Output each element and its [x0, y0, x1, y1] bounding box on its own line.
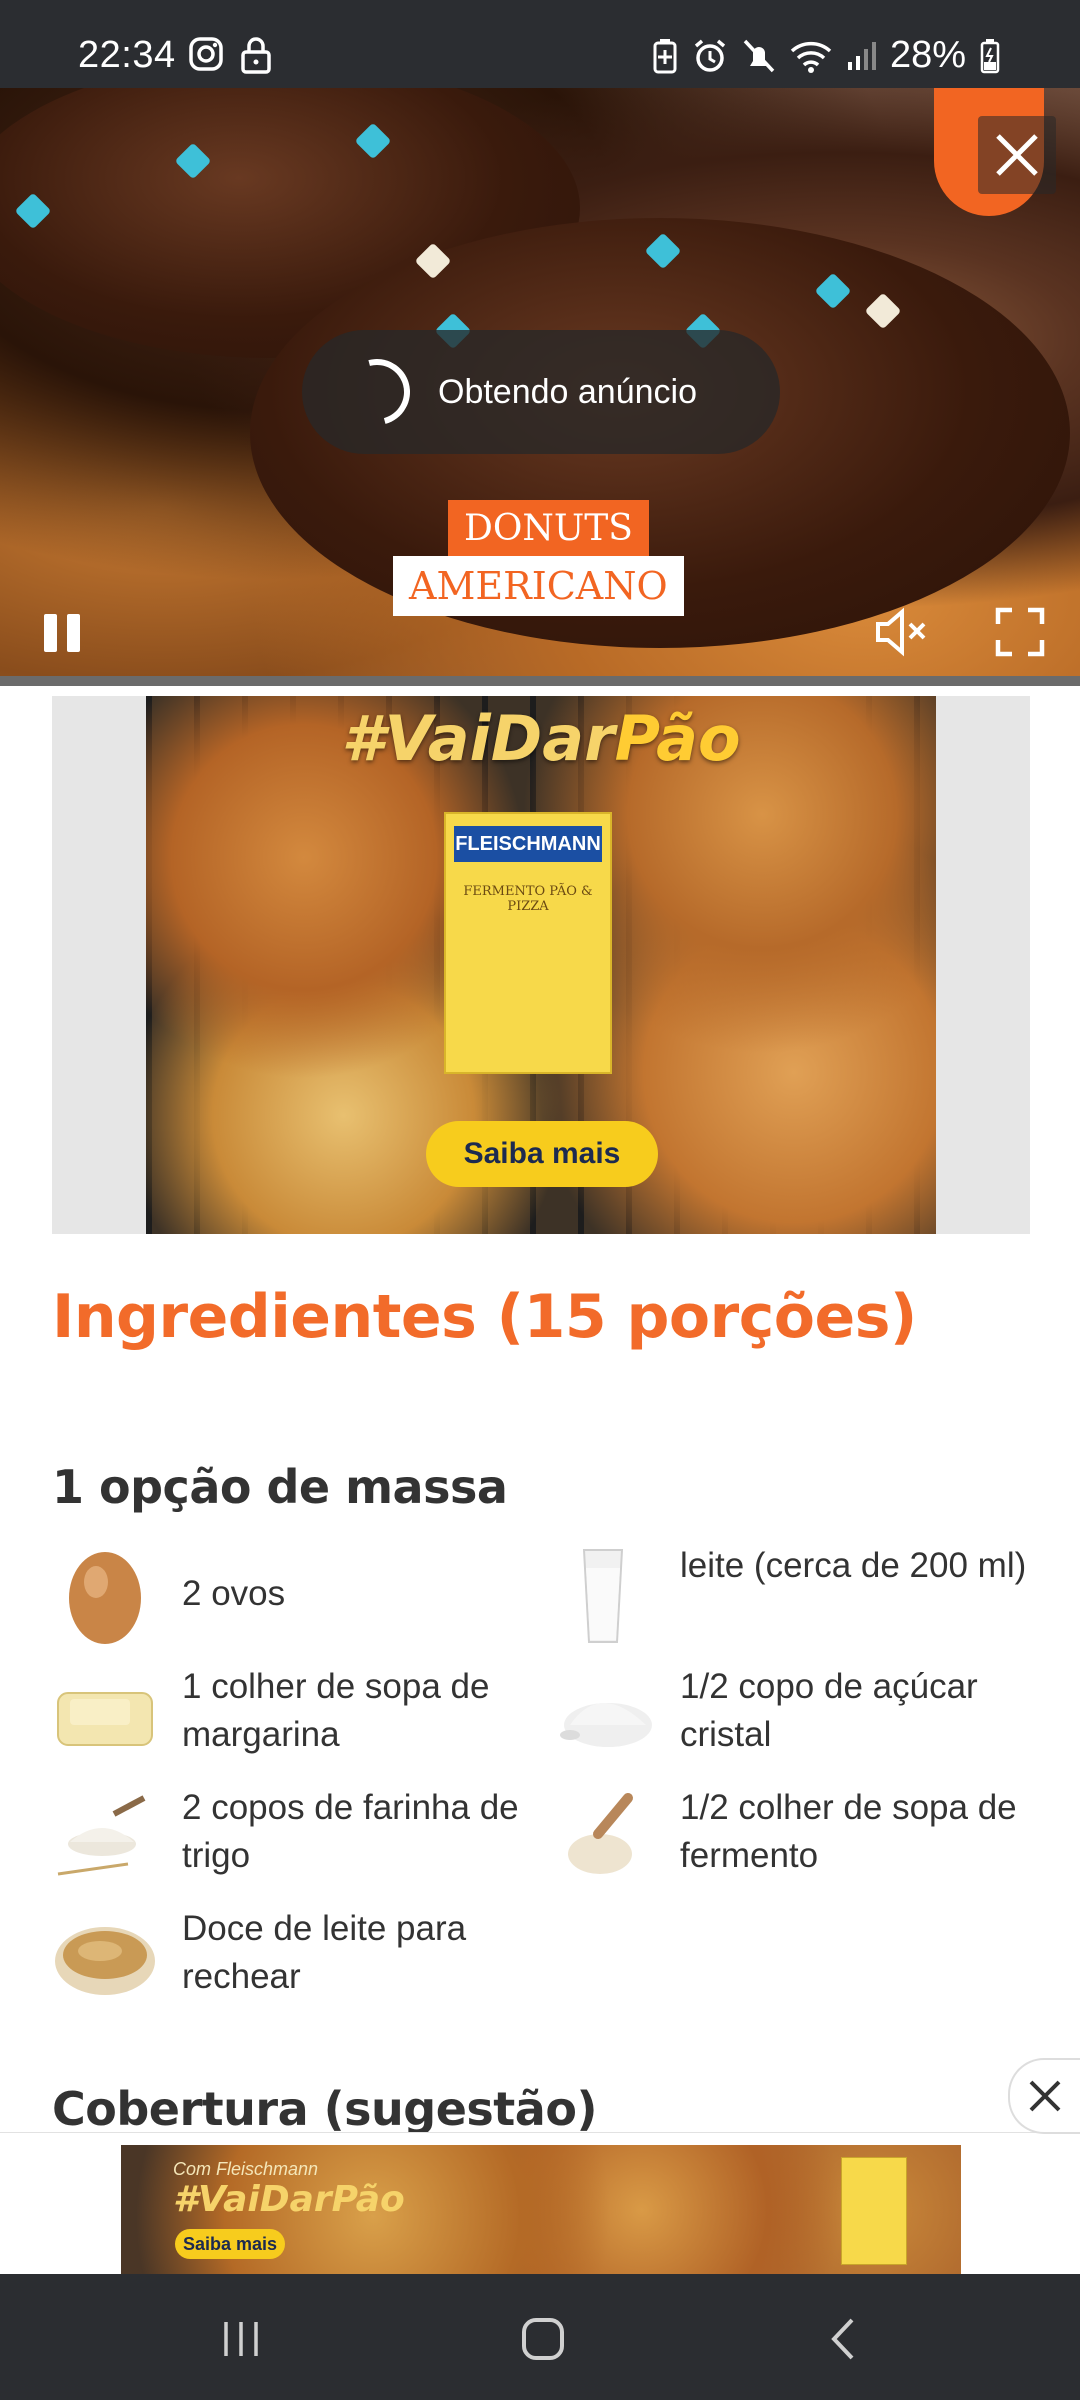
ingredient-text: 2 ovos	[182, 1574, 286, 1613]
yeast-package-image: FLEISCHMANN FERMENTO PÃO & PIZZA	[444, 812, 612, 1074]
ad-loading-indicator: Obtendo anúncio	[302, 330, 780, 454]
home-button[interactable]	[508, 2304, 578, 2374]
close-video-button[interactable]	[978, 116, 1056, 194]
video-title-line2: AMERICANO	[393, 556, 684, 616]
fullscreen-icon	[995, 607, 1045, 657]
sticky-ad-banner[interactable]: Com Fleischmann #VaiDarPão Saiba mais	[121, 2145, 961, 2275]
ingredient-text: leite (cerca de 200 ml)	[680, 1546, 1027, 1585]
spinner-icon	[331, 346, 423, 438]
battery-icon	[980, 38, 1000, 73]
ingredient-text: 2 copos de farinha de trigo	[182, 1788, 519, 1875]
ingredient-item: 2 ovos	[52, 1542, 542, 1648]
yeast-icon	[550, 1784, 656, 1890]
ad-hashtag-highlight: Pão	[614, 702, 741, 775]
sticky-ad-container: Com Fleischmann #VaiDarPão Saiba mais	[0, 2132, 1080, 2275]
ad-banner[interactable]: #VaiDarPão FLEISCHMANN FERMENTO PÃO & PI…	[52, 696, 1030, 1234]
video-title-line1: DONUTS	[448, 500, 649, 558]
ingredient-item: Doce de leite para rechear	[52, 1905, 542, 2011]
ingredient-group-title: 1 opção de massa	[52, 1460, 508, 1514]
flour-icon	[52, 1784, 158, 1890]
status-bar: 22:34 28%	[0, 0, 1080, 88]
ingredient-item: 1/2 copo de açúcar cristal	[550, 1663, 1040, 1769]
sugar-icon	[550, 1663, 656, 1769]
ad-pack-label: FERMENTO PÃO & PIZZA	[463, 884, 593, 914]
ingredient-text: Doce de leite para rechear	[182, 1909, 467, 1996]
alarm-icon	[694, 39, 726, 72]
close-icon	[996, 134, 1038, 176]
system-nav-bar	[0, 2274, 1080, 2400]
ingredient-item: 1/2 colher de sopa de fermento	[550, 1784, 1040, 1890]
ingredient-text: 1/2 copo de açúcar cristal	[680, 1667, 978, 1754]
ad-image[interactable]: #VaiDarPão FLEISCHMANN FERMENTO PÃO & PI…	[146, 696, 936, 1234]
pause-button[interactable]	[40, 610, 86, 656]
battery-saver-icon	[653, 38, 677, 73]
yeast-package-image	[841, 2157, 907, 2265]
ad-hashtag: #VaiDarPão	[146, 702, 936, 775]
pause-icon	[44, 614, 80, 652]
battery-percent: 28%	[889, 34, 966, 76]
milk-icon	[550, 1542, 656, 1648]
ad-learn-more-button[interactable]: Saiba mais	[426, 1121, 658, 1187]
recent-apps-icon	[224, 2322, 258, 2356]
lock-icon	[241, 37, 271, 74]
sticky-ad-learn-more-button[interactable]: Saiba mais	[175, 2229, 285, 2259]
ingredients-title: Ingredientes (15 porções)	[52, 1282, 917, 1352]
instagram-icon	[189, 37, 223, 71]
ingredient-item: 2 copos de farinha de trigo	[52, 1784, 542, 1890]
close-icon	[1029, 2080, 1061, 2112]
margarine-icon	[52, 1663, 158, 1769]
home-icon	[522, 2318, 564, 2360]
ad-hashtag-prefix: #VaiDar	[341, 702, 615, 775]
ingredient-item: leite (cerca de 200 ml)	[550, 1542, 1040, 1648]
status-time: 22:34	[78, 34, 176, 76]
back-button[interactable]	[810, 2304, 880, 2374]
fullscreen-button[interactable]	[994, 606, 1046, 658]
close-sticky-ad-button[interactable]	[1008, 2058, 1080, 2134]
ingredient-text: 1/2 colher de sopa de fermento	[680, 1788, 1017, 1875]
wifi-icon	[790, 41, 832, 73]
recent-apps-button[interactable]	[206, 2304, 276, 2374]
topping-group-title: Cobertura (sugestão)	[52, 2082, 597, 2136]
sticky-ad-hashtag: #VaiDarPão	[173, 2179, 405, 2220]
mute-icon	[743, 39, 775, 72]
dulce-de-leche-icon	[52, 1905, 158, 2011]
volume-muted-icon	[876, 607, 926, 657]
signal-icon	[847, 41, 876, 70]
ad-pack-brand: FLEISCHMANN	[454, 826, 602, 862]
video-player[interactable]: Obtendo anúncio DONUTS AMERICANO	[0, 88, 1080, 686]
ingredient-item: 1 colher de sopa de margarina	[52, 1663, 542, 1769]
unmute-button[interactable]	[874, 606, 930, 658]
video-progress-bar[interactable]	[0, 676, 1080, 686]
loading-text: Obtendo anúncio	[438, 372, 697, 411]
back-icon	[831, 2318, 854, 2360]
ingredient-text: 1 colher de sopa de margarina	[182, 1667, 490, 1754]
egg-icon	[52, 1542, 158, 1648]
sticky-ad-small-text: Com Fleischmann	[173, 2159, 319, 2179]
